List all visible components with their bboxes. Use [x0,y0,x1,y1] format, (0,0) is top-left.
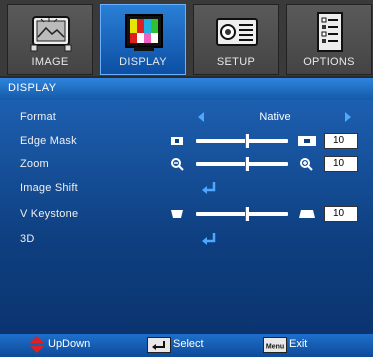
keystone-up-icon [299,210,315,218]
tab-options-label: OPTIONS [303,56,355,68]
zoom-slider-knob[interactable] [244,157,249,171]
edge-mask-label: Edge Mask [20,135,77,147]
v-keystone-slider-knob[interactable] [244,207,249,221]
format-value: Native [259,111,291,123]
edge-mask-slider-knob[interactable] [244,134,249,148]
menu-content: Format Native Edge Mask 10 Zoom 10 Image… [0,100,373,334]
tab-display[interactable]: DISPLAY [100,4,186,75]
zoom-slider[interactable] [196,157,288,171]
section-title: DISPLAY [8,82,57,94]
edge-mask-large-icon [298,136,316,146]
menu-tab-bar: IMAGE DISPLAY SETUP OPTIONS [0,0,373,76]
checklist-icon [317,12,343,52]
updown-arrow-icon [30,336,44,353]
color-bars-icon [125,14,163,51]
v-keystone-slider[interactable] [196,207,288,221]
menu-key-text: Menu [266,344,284,351]
tab-setup[interactable]: SETUP [193,4,279,75]
image-landscape-icon [30,16,72,52]
footer-select-label: Select [173,338,204,350]
zoom-label: Zoom [20,158,49,170]
tab-options[interactable]: OPTIONS [286,4,372,75]
format-right-arrow-icon[interactable] [345,112,351,122]
section-title-bar: DISPLAY [0,78,373,100]
enter-icon[interactable] [200,180,218,196]
menu-row-edge-mask[interactable]: Edge Mask 10 [0,130,373,152]
edge-mask-small-icon [171,137,183,145]
zoom-out-icon [171,158,184,171]
tab-image-label: IMAGE [31,56,69,68]
image-shift-label: Image Shift [20,182,78,194]
tab-display-label: DISPLAY [119,56,167,68]
zoom-in-icon [300,158,313,171]
format-label: Format [20,111,57,123]
edge-mask-value: 10 [324,133,358,149]
tab-image[interactable]: IMAGE [7,4,93,75]
footer-updown-label: UpDown [48,338,91,350]
menu-row-image-shift[interactable]: Image Shift [0,177,373,199]
v-keystone-value: 10 [324,206,358,222]
enter-icon[interactable] [200,231,218,247]
menu-row-zoom[interactable]: Zoom 10 [0,153,373,175]
edge-mask-slider[interactable] [196,134,288,148]
footer-hint-bar: UpDown Select Menu Exit [0,334,373,357]
menu-row-format[interactable]: Format Native [0,106,373,128]
projector-icon [216,18,258,46]
menu-row-v-keystone[interactable]: V Keystone 10 [0,203,373,225]
zoom-value: 10 [324,156,358,172]
menu-row-3d[interactable]: 3D [0,228,373,250]
v-keystone-label: V Keystone [20,208,79,220]
tab-setup-label: SETUP [216,56,256,68]
keystone-down-icon [171,210,183,218]
menu-key-icon: Menu [263,337,287,353]
format-left-arrow-icon[interactable] [198,112,204,122]
footer-exit-label: Exit [289,338,308,350]
select-key-icon [147,337,171,353]
3d-label: 3D [20,233,35,245]
